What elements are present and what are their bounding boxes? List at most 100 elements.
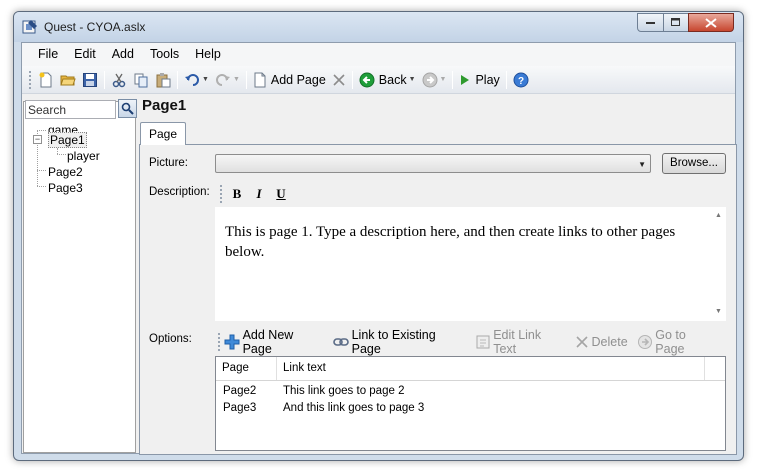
save-button[interactable] xyxy=(80,69,100,91)
editor-pane: Page1 Page Picture: ▼ Browse... Descript… xyxy=(139,94,737,455)
menu-tools[interactable]: Tools xyxy=(142,43,187,66)
description-label: Description: xyxy=(149,186,210,198)
save-icon xyxy=(83,72,97,87)
maximize-button[interactable] xyxy=(663,13,689,32)
toolbar-separator xyxy=(452,70,454,89)
app-window: Quest - CYOA.aslx File Edit Add Tools He… xyxy=(13,11,744,461)
delete-x-icon xyxy=(575,336,588,348)
redo-icon xyxy=(215,73,230,86)
picture-select[interactable]: ▼ xyxy=(215,154,651,173)
menu-edit[interactable]: Edit xyxy=(66,43,104,66)
add-page-button[interactable]: Add Page xyxy=(251,69,328,91)
undo-dropdown-icon[interactable]: ▼ xyxy=(202,76,209,83)
add-new-page-label: Add New Page xyxy=(242,328,294,356)
link-page-cell: Page2 xyxy=(223,385,257,397)
toolbar-grip[interactable] xyxy=(218,333,221,351)
scroll-up-icon[interactable]: ▲ xyxy=(715,212,722,219)
plus-icon xyxy=(224,334,240,350)
toolbar-separator xyxy=(104,70,105,89)
undo-icon xyxy=(185,73,199,86)
bold-button[interactable]: B xyxy=(226,184,248,204)
menu-add[interactable]: Add xyxy=(104,43,142,66)
toolbar-grip[interactable] xyxy=(29,70,32,89)
menu-file[interactable]: File xyxy=(30,43,66,66)
menu-help[interactable]: Help xyxy=(187,43,229,66)
tree-item-page3[interactable]: Page3 xyxy=(48,180,83,196)
new-file-icon xyxy=(39,72,52,87)
format-toolbar: B I U xyxy=(215,182,726,205)
tree-connector xyxy=(57,154,66,155)
search-icon xyxy=(121,102,134,115)
go-arrow-icon xyxy=(637,335,652,349)
tab-panel: Picture: ▼ Browse... Description: B I U … xyxy=(139,144,737,455)
edit-icon xyxy=(476,335,490,349)
forward-arrow-icon xyxy=(422,72,438,87)
search-button[interactable] xyxy=(118,99,137,118)
play-button[interactable]: Play xyxy=(457,69,501,91)
go-to-page-label: Go to Page xyxy=(655,328,686,356)
tree-connector xyxy=(37,170,46,171)
back-button[interactable]: Back ▼ xyxy=(357,69,418,91)
collapse-icon[interactable]: − xyxy=(33,135,42,144)
forward-dropdown-icon[interactable]: ▼ xyxy=(440,76,447,83)
description-text[interactable]: This is page 1. Type a description here,… xyxy=(225,222,695,262)
table-row[interactable]: Page2 This link goes to page 2 xyxy=(216,383,725,399)
go-to-page-button[interactable]: Go to Page xyxy=(637,328,717,356)
toolbar-separator xyxy=(177,70,178,89)
page-title: Page1 xyxy=(142,97,187,114)
link-page-cell: Page3 xyxy=(223,402,257,414)
title-bar[interactable]: Quest - CYOA.aslx xyxy=(14,12,743,42)
table-row[interactable]: Page3 And this link goes to page 3 xyxy=(216,400,725,416)
italic-button[interactable]: I xyxy=(248,184,270,204)
delete-link-button[interactable]: Delete xyxy=(575,335,628,349)
new-button[interactable] xyxy=(36,69,56,91)
column-header-link-text[interactable]: Link text xyxy=(277,357,705,380)
open-button[interactable] xyxy=(58,69,78,91)
link-existing-button[interactable]: Link to Existing Page xyxy=(333,328,466,356)
delete-button[interactable] xyxy=(330,69,348,91)
help-button[interactable]: ? xyxy=(511,69,531,91)
close-button[interactable] xyxy=(688,13,734,32)
tree-connector xyxy=(37,186,46,187)
tree-item-page2[interactable]: Page2 xyxy=(48,164,83,180)
redo-button[interactable]: ▼ xyxy=(213,69,242,91)
object-tree: game − Page1 player Page2 Page3 xyxy=(24,123,137,452)
delete-x-icon xyxy=(333,73,345,86)
redo-dropdown-icon[interactable]: ▼ xyxy=(233,76,240,83)
paste-button[interactable] xyxy=(153,69,173,91)
picture-label: Picture: xyxy=(149,157,188,169)
back-arrow-icon xyxy=(359,72,375,87)
quest-app-icon xyxy=(22,20,37,34)
maximize-icon xyxy=(671,18,680,26)
client-area: File Edit Add Tools Help ▼ ▼ Add Page Ba… xyxy=(21,42,737,455)
link-text-cell: This link goes to page 2 xyxy=(283,385,405,397)
column-header-page[interactable]: Page xyxy=(216,357,277,380)
copy-icon xyxy=(134,73,148,87)
search-input[interactable] xyxy=(25,100,116,119)
description-editor[interactable]: This is page 1. Type a description here,… xyxy=(215,207,726,321)
links-list-header: Page Link text xyxy=(216,357,725,381)
tree-item-page1[interactable]: Page1 xyxy=(48,132,87,148)
edit-link-text-button[interactable]: Edit Link Text xyxy=(475,328,566,356)
link-icon xyxy=(333,338,349,346)
toolbar-grip[interactable] xyxy=(220,184,223,203)
play-label: Play xyxy=(475,72,500,87)
toolbar-separator xyxy=(505,70,507,89)
back-dropdown-icon[interactable]: ▼ xyxy=(409,76,416,83)
tab-page[interactable]: Page xyxy=(140,122,186,145)
scroll-down-icon[interactable]: ▼ xyxy=(715,308,722,315)
cut-button[interactable] xyxy=(109,69,129,91)
open-folder-icon xyxy=(60,75,76,85)
page-icon xyxy=(254,72,266,87)
editor-scrollbar[interactable]: ▲ ▼ xyxy=(712,207,726,321)
main-toolbar: ▼ ▼ Add Page Back ▼ ▼ Play ? xyxy=(22,66,735,94)
forward-button[interactable]: ▼ xyxy=(420,69,449,91)
add-new-page-button[interactable]: Add New Page xyxy=(224,328,324,356)
undo-button[interactable]: ▼ xyxy=(182,69,211,91)
underline-button[interactable]: U xyxy=(270,184,292,204)
minimize-icon xyxy=(645,21,655,24)
tree-item-player[interactable]: player xyxy=(67,148,100,164)
copy-button[interactable] xyxy=(131,69,151,91)
browse-button[interactable]: Browse... xyxy=(662,153,726,174)
minimize-button[interactable] xyxy=(637,13,664,32)
